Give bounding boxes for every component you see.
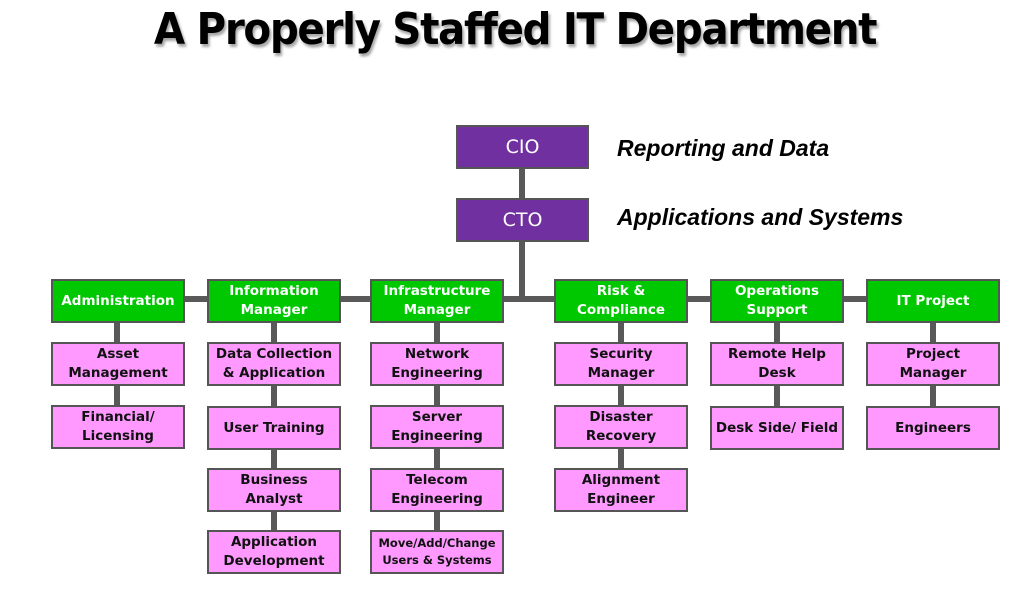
role-disaster-recovery: Disaster Recovery xyxy=(554,405,688,449)
role-remote-help-desk: Remote Help Desk xyxy=(710,342,844,386)
dept-risk-compliance: Risk & Compliance xyxy=(554,279,688,323)
role-project-manager: Project Manager xyxy=(866,342,1000,386)
role-alignment-engineer: Alignment Engineer xyxy=(554,468,688,512)
connector-cio-cto xyxy=(519,168,525,200)
dept-administration: Administration xyxy=(51,279,185,323)
dept-it-project: IT Project xyxy=(866,279,1000,323)
cio-box: CIO xyxy=(456,125,589,169)
page-title: A Properly Staffed IT Department xyxy=(153,4,878,55)
role-engineers: Engineers xyxy=(866,406,1000,450)
connector-cto-down xyxy=(519,241,525,300)
role-application-development: Application Development xyxy=(207,530,341,574)
cto-box: CTO xyxy=(456,198,589,242)
role-data-collection: Data Collection & Application xyxy=(207,342,341,386)
cto-label: CTO xyxy=(502,208,543,231)
cio-label: CIO xyxy=(505,135,540,158)
role-financial-licensing: Financial/ Licensing xyxy=(51,405,185,449)
role-user-training: User Training xyxy=(207,406,341,450)
dept-infrastructure-manager: Infrastructure Manager xyxy=(370,279,504,323)
role-security-manager: Security Manager xyxy=(554,342,688,386)
role-telecom-engineering: Telecom Engineering xyxy=(370,468,504,512)
role-network-engineering: Network Engineering xyxy=(370,342,504,386)
role-business-analyst: Business Analyst xyxy=(207,468,341,512)
role-move-add-change: Move/Add/Change Users & Systems xyxy=(370,530,504,574)
role-server-engineering: Server Engineering xyxy=(370,405,504,449)
role-asset-management: Asset Management xyxy=(51,342,185,386)
dept-operations-support: Operations Support xyxy=(710,279,844,323)
cio-note: Reporting and Data xyxy=(617,135,830,161)
dept-information-manager: Information Manager xyxy=(207,279,341,323)
role-desk-side-field: Desk Side/ Field xyxy=(710,406,844,450)
cto-note: Applications and Systems xyxy=(617,204,904,230)
